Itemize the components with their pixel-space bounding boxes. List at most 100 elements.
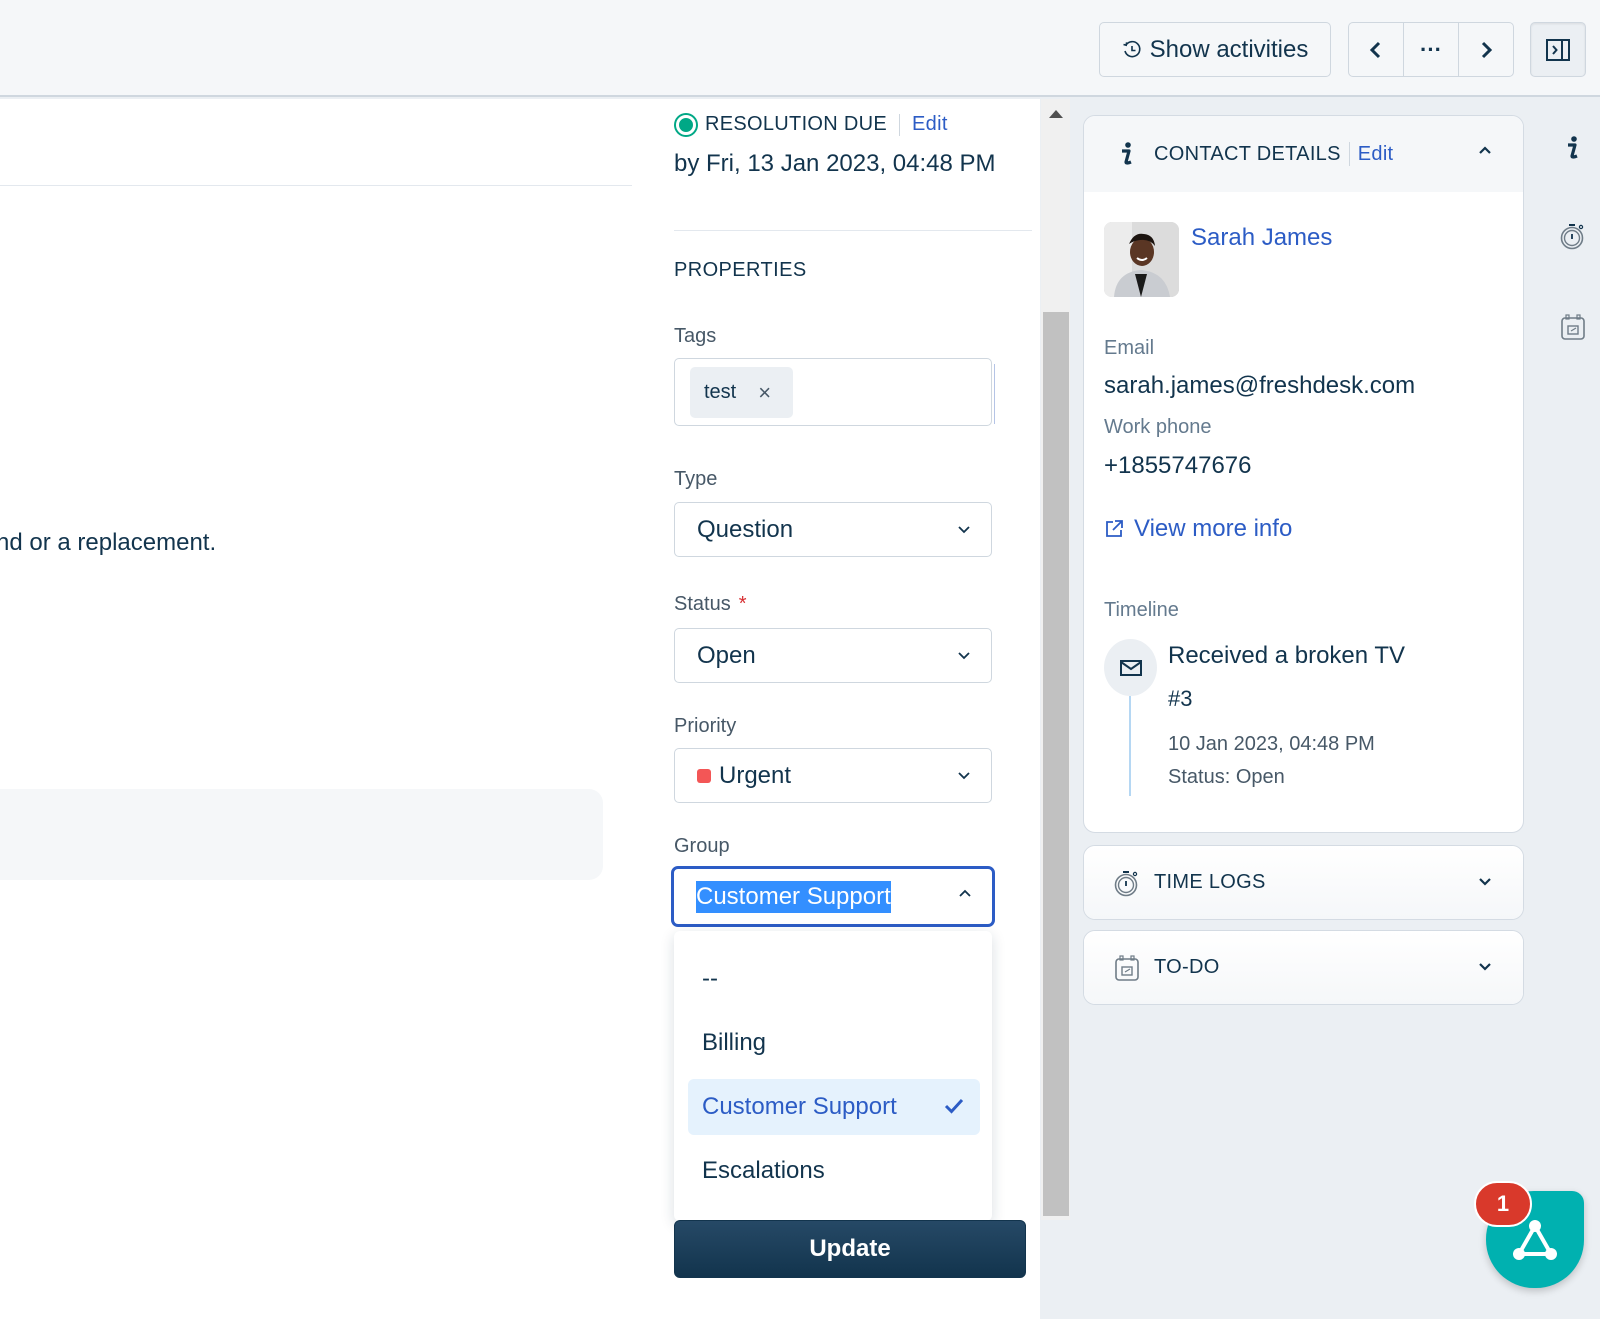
edit-contact-link[interactable]: Edit <box>1358 143 1394 166</box>
notification-badge: 1 <box>1474 1181 1532 1227</box>
checkmark-icon <box>944 1098 964 1114</box>
show-activities-button[interactable]: Show activities <box>1099 22 1331 77</box>
tag-chip: test × <box>690 367 793 418</box>
email-label: Email <box>1104 337 1155 359</box>
scroll-up-arrow-icon[interactable] <box>1049 110 1063 118</box>
ticket-navigation: ··· <box>1348 22 1514 77</box>
properties-title: PROPERTIES <box>674 259 807 281</box>
next-ticket-button[interactable] <box>1458 23 1513 76</box>
resolution-due-date: by Fri, 13 Jan 2023, 04:48 PM <box>674 150 996 177</box>
rail-todo-icon[interactable] <box>1558 312 1588 342</box>
remove-tag-icon[interactable]: × <box>758 380 771 406</box>
timeline-label: Timeline <box>1104 599 1179 621</box>
resolution-due: RESOLUTION DUE Edit by Fri, 13 Jan 2023,… <box>674 113 996 178</box>
group-option-billing[interactable]: Billing <box>688 1015 980 1071</box>
update-button[interactable]: Update <box>674 1220 1026 1278</box>
chevron-up-icon[interactable] <box>1477 143 1493 159</box>
email-envelope-icon <box>1119 659 1142 676</box>
show-activities-label: Show activities <box>1149 35 1309 63</box>
text-cursor <box>994 364 995 424</box>
timeline-ticket-id: #3 <box>1168 686 1193 711</box>
more-actions-button[interactable]: ··· <box>1403 23 1458 76</box>
status-select[interactable]: Open <box>674 628 992 683</box>
conversation-pane: nd or a replacement. <box>0 99 632 1319</box>
timeline-ticket-title[interactable]: Received a broken TV <box>1168 642 1405 670</box>
chevron-right-icon <box>1481 41 1493 58</box>
chevron-down-icon[interactable] <box>1477 873 1493 889</box>
type-value: Question <box>697 515 794 543</box>
todo-card: TO-DO <box>1083 930 1524 1005</box>
group-option-none[interactable]: -- <box>688 951 980 1007</box>
section-divider <box>674 230 1032 231</box>
tags-label: Tags <box>674 325 717 347</box>
calendar-todo-icon <box>1114 954 1140 982</box>
contact-details-header[interactable]: CONTACT DETAILS Edit <box>1084 116 1523 192</box>
status-label-text: Status <box>674 593 731 615</box>
message-body-text: nd or a replacement. <box>0 529 217 556</box>
scrollbar-thumb[interactable] <box>1043 312 1069 1216</box>
contact-details-card: CONTACT DETAILS Edit Sarah James Email s… <box>1083 115 1524 833</box>
priority-color-icon <box>697 768 711 783</box>
time-logs-header[interactable]: TIME LOGS <box>1084 846 1523 919</box>
priority-value: Urgent <box>719 761 792 789</box>
timeline-ticket-status: Status: Open <box>1168 766 1285 788</box>
group-value: Customer Support <box>696 880 891 913</box>
toggle-sidebar-button[interactable] <box>1530 22 1586 77</box>
type-label: Type <box>674 468 718 490</box>
time-logs-card: TIME LOGS <box>1083 845 1524 920</box>
tags-input[interactable]: test × <box>674 358 992 426</box>
work-phone-value: +1855747676 <box>1104 452 1252 479</box>
status-value: Open <box>697 641 756 669</box>
top-toolbar: Show activities ··· <box>0 0 1600 97</box>
tag-label: test <box>704 381 737 403</box>
todo-header[interactable]: TO-DO <box>1084 931 1523 1004</box>
panel-gap <box>1070 99 1082 1319</box>
contact-avatar[interactable] <box>1104 222 1179 297</box>
timeline-ticket-date: 10 Jan 2023, 04:48 PM <box>1168 733 1375 755</box>
priority-label: Priority <box>674 715 737 737</box>
contact-details-title: CONTACT DETAILS <box>1154 142 1341 165</box>
history-clock-icon <box>1122 40 1141 57</box>
chevron-down-icon <box>958 526 970 534</box>
view-more-info-link[interactable]: View more info <box>1104 515 1292 543</box>
required-mark: * <box>738 593 747 615</box>
properties-panel: RESOLUTION DUE Edit by Fri, 13 Jan 2023,… <box>632 99 1040 1319</box>
timeline-connector <box>1129 696 1131 796</box>
previous-ticket-button[interactable] <box>1349 23 1403 76</box>
group-option-escalations[interactable]: Escalations <box>688 1143 980 1199</box>
contact-details-body: Sarah James Email sarah.james@freshdesk.… <box>1084 192 1523 832</box>
option-label: Escalations <box>702 1157 825 1184</box>
option-label: -- <box>702 965 718 992</box>
reply-box[interactable] <box>0 789 603 880</box>
stopwatch-icon <box>1114 869 1140 897</box>
header-divider <box>0 185 632 186</box>
todo-title: TO-DO <box>1154 956 1220 978</box>
option-label: Customer Support <box>702 1093 897 1120</box>
resolution-due-label: RESOLUTION DUE <box>705 113 888 135</box>
sidebar-collapse-icon <box>1546 38 1570 61</box>
work-phone-label: Work phone <box>1104 416 1212 438</box>
group-select[interactable]: Customer Support <box>671 866 995 927</box>
edit-resolution-link[interactable]: Edit <box>912 113 948 136</box>
sla-status-dot-icon <box>676 114 696 135</box>
view-more-info-label: View more info <box>1134 515 1293 542</box>
chevron-down-icon <box>958 652 970 660</box>
chevron-up-icon <box>959 889 971 897</box>
timeline-item-icon <box>1104 639 1157 696</box>
info-icon <box>1114 141 1140 167</box>
group-label: Group <box>674 835 730 857</box>
rail-time-logs-icon[interactable] <box>1558 221 1588 251</box>
status-label: Status * <box>674 593 747 616</box>
group-dropdown-menu: -- Billing Customer Support Escalations <box>674 931 992 1221</box>
chevron-down-icon <box>958 772 970 780</box>
priority-select[interactable]: Urgent <box>674 748 992 803</box>
rail-contact-info-icon[interactable] <box>1558 133 1588 163</box>
chevron-left-icon <box>1369 41 1381 58</box>
contact-name-link[interactable]: Sarah James <box>1191 224 1332 252</box>
chevron-down-icon[interactable] <box>1477 958 1493 974</box>
type-select[interactable]: Question <box>674 502 992 557</box>
option-label: Billing <box>702 1029 767 1056</box>
group-option-customer-support[interactable]: Customer Support <box>688 1079 980 1135</box>
email-value: sarah.james@freshdesk.com <box>1104 372 1416 399</box>
separator <box>899 113 901 136</box>
